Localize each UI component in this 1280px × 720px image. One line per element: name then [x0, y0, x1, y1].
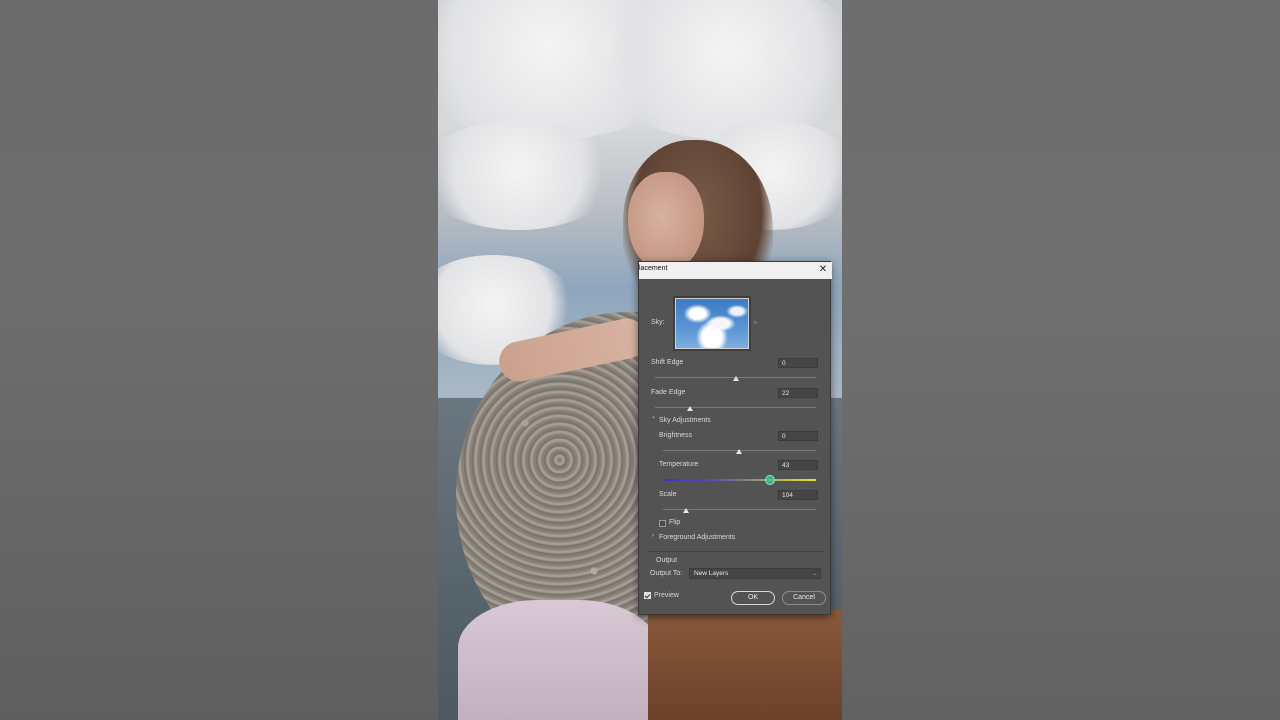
- scale-slider-thumb[interactable]: [683, 508, 689, 513]
- cancel-button[interactable]: Cancel: [782, 591, 826, 605]
- chevron-down-icon[interactable]: ⌄: [651, 413, 656, 420]
- chevron-down-icon: ⌄: [812, 571, 817, 577]
- divider: [647, 551, 824, 552]
- output-section-label: Output: [656, 557, 678, 564]
- ok-button[interactable]: OK: [731, 591, 775, 605]
- wooden-chair: [648, 610, 842, 720]
- sky-adjustments-label[interactable]: Sky Adjustments: [659, 417, 711, 424]
- sky-replacement-dialog: lacement ✕ Sky: » Shift Edge 0 Fade Edge…: [638, 261, 832, 615]
- preview-checkbox[interactable]: [644, 592, 651, 599]
- fade-edge-slider-thumb[interactable]: [687, 406, 693, 411]
- close-icon[interactable]: ✕: [817, 263, 829, 277]
- blurred-background-left: [0, 0, 438, 720]
- temperature-input[interactable]: 43: [778, 460, 818, 470]
- shift-edge-label: Shift Edge: [651, 359, 684, 366]
- chevron-right-icon[interactable]: ›: [652, 533, 654, 539]
- fade-edge-slider-track[interactable]: [655, 407, 816, 408]
- temperature-slider-thumb[interactable]: [765, 475, 775, 485]
- flip-label: Flip: [669, 519, 681, 526]
- shift-edge-input[interactable]: 0: [778, 358, 818, 368]
- fade-edge-label: Fade Edge: [651, 389, 686, 396]
- model-face: [628, 172, 704, 272]
- cloud: [438, 120, 618, 230]
- brightness-label: Brightness: [659, 432, 693, 439]
- foreground-adjustments-label[interactable]: Foreground Adjustments: [659, 534, 735, 541]
- flip-checkbox[interactable]: [659, 520, 666, 527]
- output-to-value: New Layers: [694, 570, 729, 577]
- temperature-slider-track[interactable]: [663, 479, 816, 481]
- dialog-title: lacement: [639, 265, 668, 272]
- blurred-background-right: [842, 0, 1280, 720]
- scale-input[interactable]: 104: [778, 490, 818, 500]
- model-skirt: [458, 600, 658, 720]
- preview-label: Preview: [654, 592, 679, 599]
- temperature-label: Temperature: [659, 461, 699, 468]
- scale-label: Scale: [659, 491, 677, 498]
- fade-edge-input[interactable]: 22: [778, 388, 818, 398]
- shift-edge-slider-thumb[interactable]: [733, 376, 739, 381]
- sky-label: Sky:: [651, 319, 665, 326]
- brightness-slider-thumb[interactable]: [736, 449, 742, 454]
- brightness-input[interactable]: 0: [778, 431, 818, 441]
- dialog-titlebar[interactable]: lacement ✕: [639, 262, 832, 279]
- sky-thumbnail[interactable]: [675, 298, 749, 349]
- output-to-select[interactable]: New Layers ⌄: [689, 568, 821, 579]
- sky-more-icon[interactable]: »: [754, 320, 757, 326]
- output-to-label: Output To:: [650, 570, 683, 577]
